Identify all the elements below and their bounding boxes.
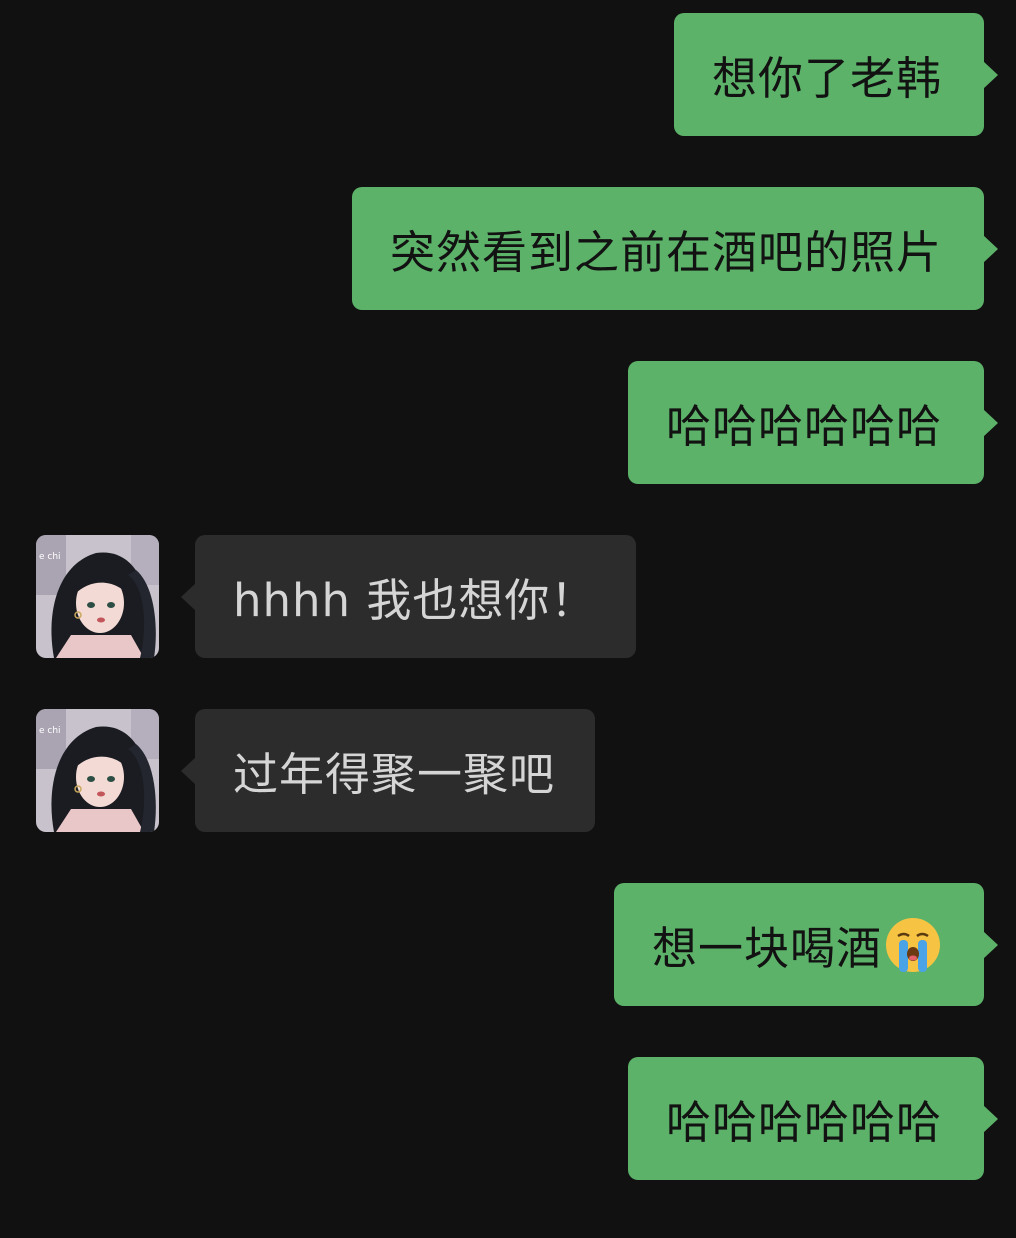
message-text: 想一块喝酒 xyxy=(651,922,882,975)
loudly-crying-face-icon xyxy=(884,916,942,974)
message-row: e chi 过年得聚一聚吧 xyxy=(0,709,1016,832)
message-row: 哈哈哈哈哈哈 xyxy=(0,361,1016,484)
message-row: e chi hhhh 我也想你！ xyxy=(0,535,1016,658)
message-row: 想一块喝酒 xyxy=(0,883,1016,1006)
avatar-caption: e chi xyxy=(39,726,61,736)
anime-girl-avatar-icon: e chi xyxy=(36,535,159,658)
outgoing-message-bubble[interactable]: 想你了老韩 xyxy=(673,13,999,136)
outgoing-message-bubble[interactable]: 想一块喝酒 xyxy=(613,883,999,1006)
outgoing-message-bubble[interactable]: 突然看到之前在酒吧的照片 xyxy=(351,187,999,310)
message-row: 想你了老韩 xyxy=(0,13,1016,136)
avatar-caption: e chi xyxy=(39,552,61,562)
contact-avatar[interactable]: e chi xyxy=(36,709,159,832)
outgoing-message-bubble[interactable]: 哈哈哈哈哈哈 xyxy=(627,361,999,484)
message-row: 哈哈哈哈哈哈 xyxy=(0,1057,1016,1180)
message-text: 过年得聚一聚吧 xyxy=(233,748,556,801)
message-text: 哈哈哈哈哈哈 xyxy=(665,400,942,453)
incoming-message-bubble[interactable]: hhhh 我也想你！ xyxy=(180,535,637,658)
message-text: 想你了老韩 xyxy=(711,52,942,105)
message-text: 突然看到之前在酒吧的照片 xyxy=(389,226,942,279)
contact-avatar[interactable]: e chi xyxy=(36,535,159,658)
incoming-message-bubble[interactable]: 过年得聚一聚吧 xyxy=(180,709,596,832)
message-text: hhhh 我也想你！ xyxy=(233,574,597,627)
message-row: 突然看到之前在酒吧的照片 xyxy=(0,187,1016,310)
message-text: 哈哈哈哈哈哈 xyxy=(665,1096,942,1149)
anime-girl-avatar-icon: e chi xyxy=(36,709,159,832)
outgoing-message-bubble[interactable]: 哈哈哈哈哈哈 xyxy=(627,1057,999,1180)
